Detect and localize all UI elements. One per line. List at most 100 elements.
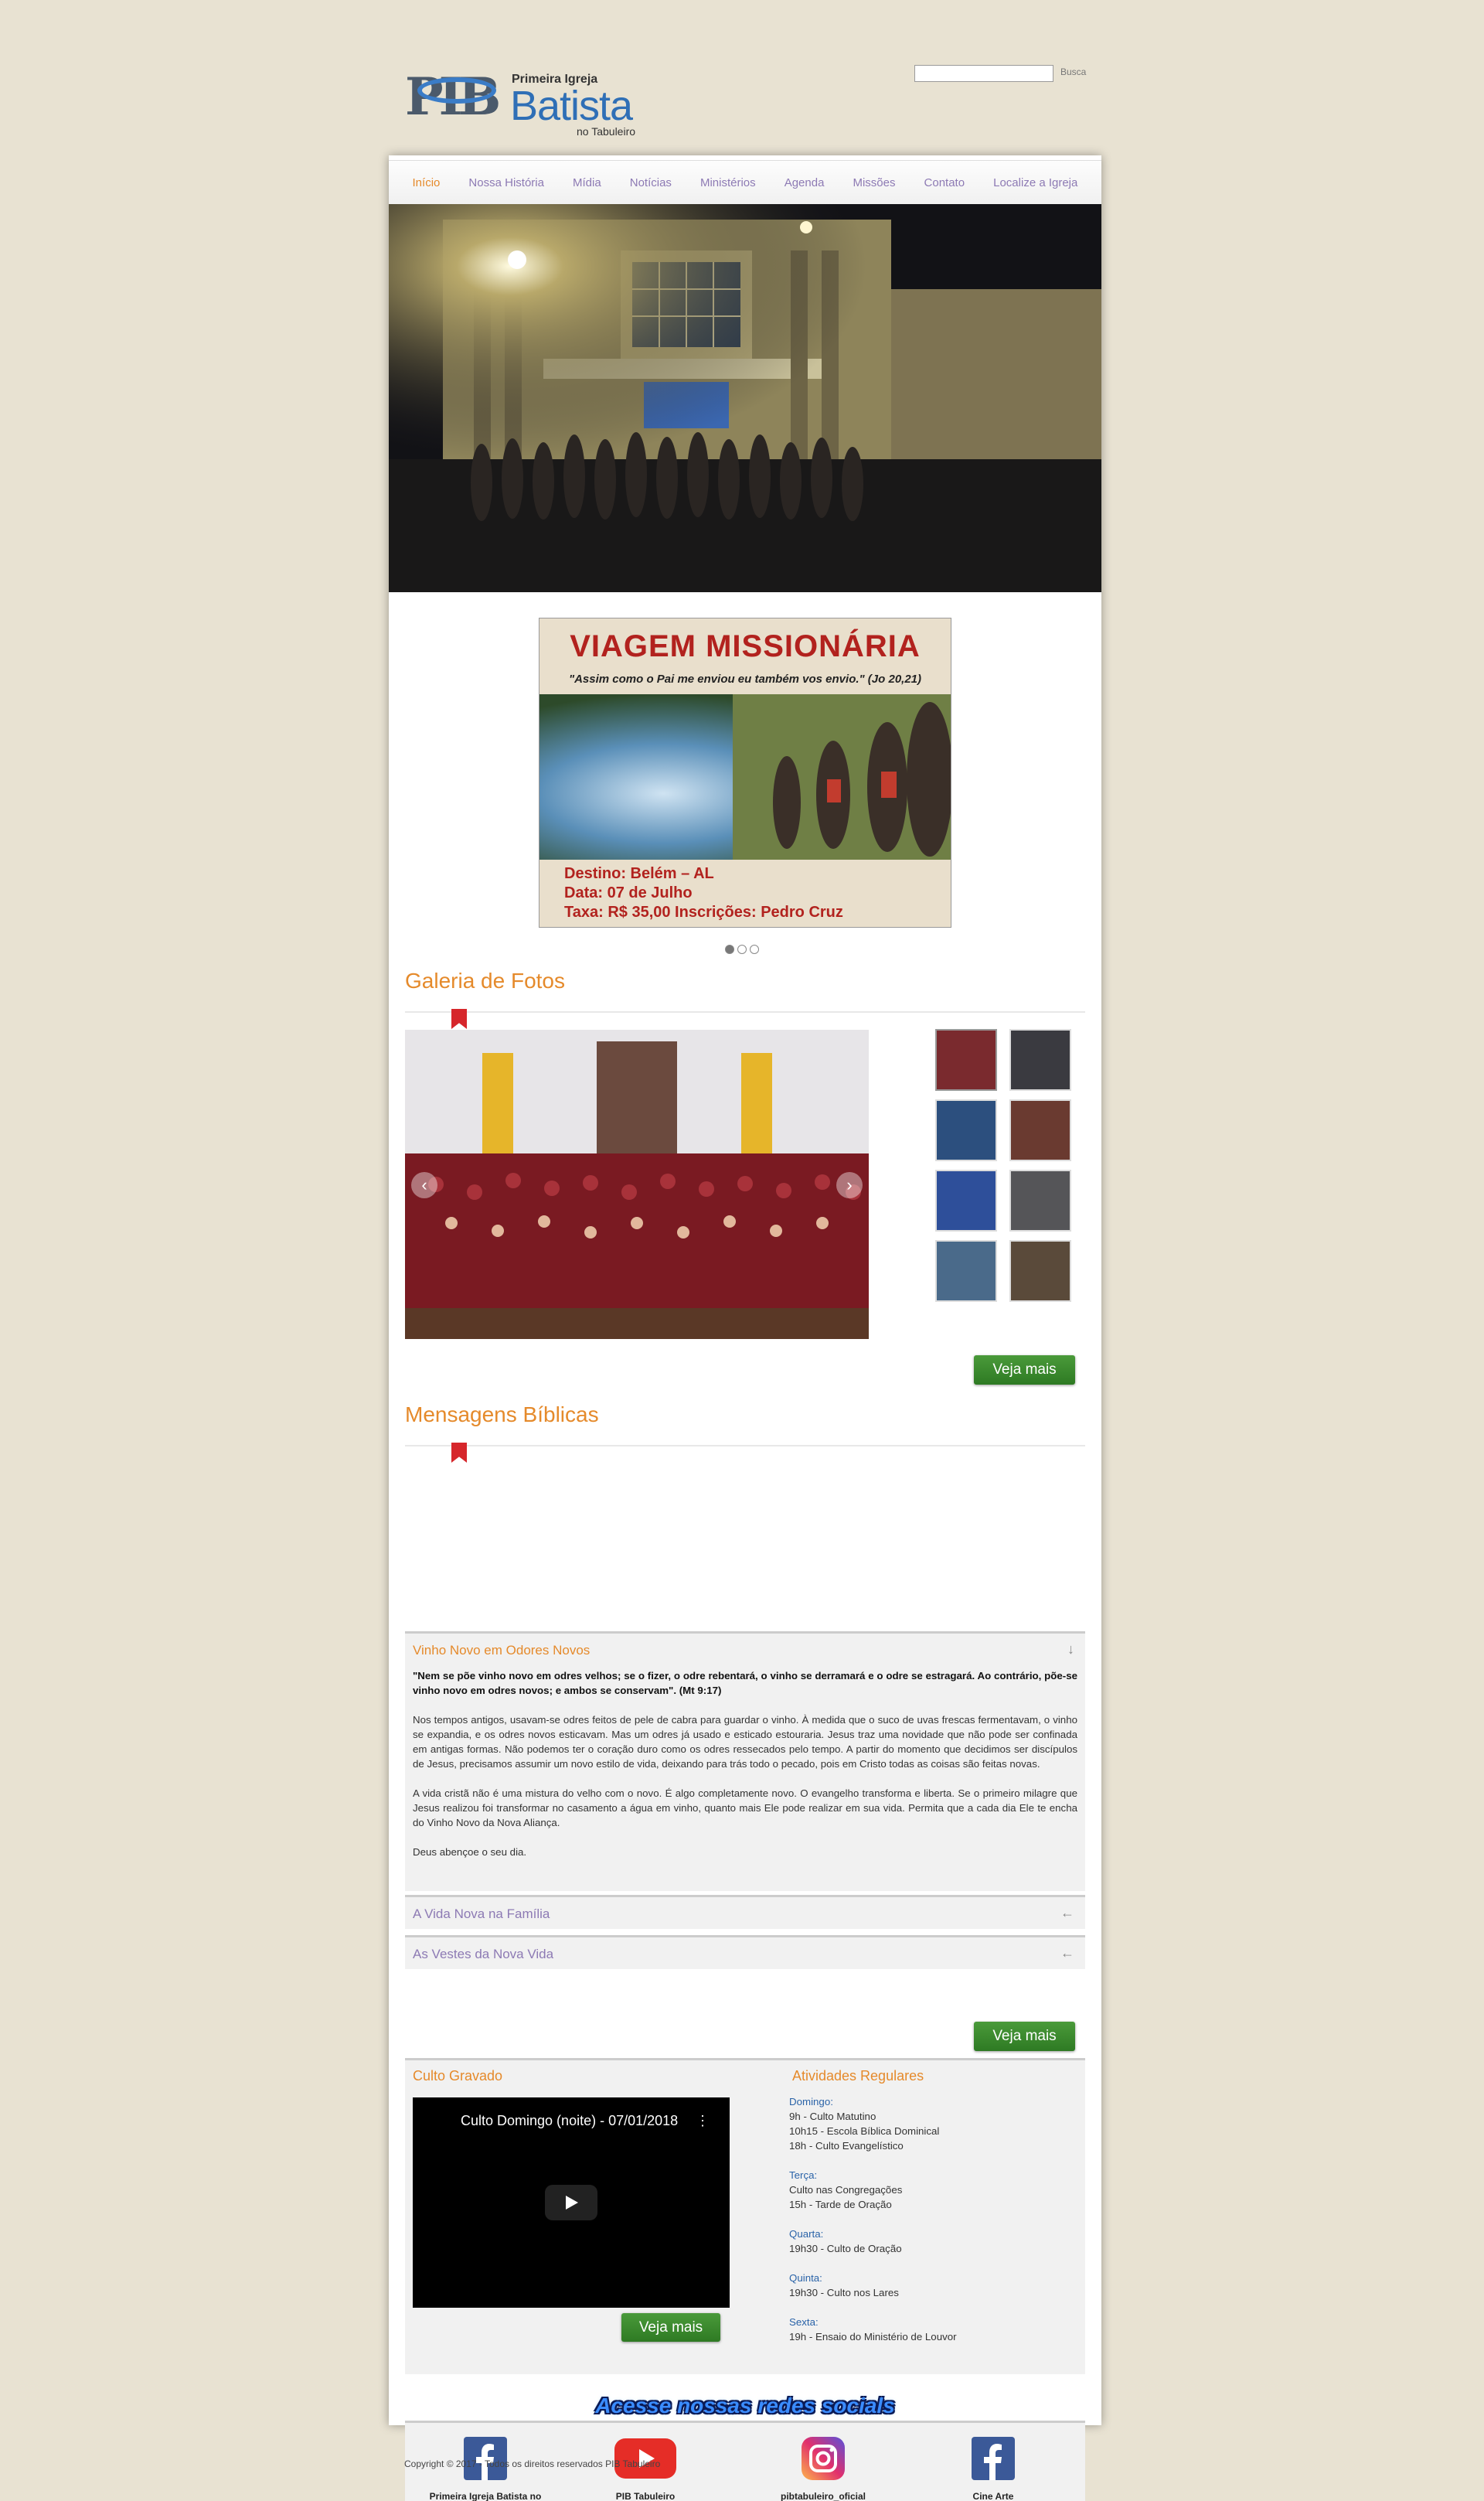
activity-day-block: Quinta: 19h30 - Culto nos Lares (789, 2271, 957, 2300)
activity-day: Sexta: (789, 2316, 819, 2328)
gallery-thumbnail[interactable] (935, 1170, 997, 1232)
nav-item-localize[interactable]: Localize a Igreja (993, 176, 1077, 189)
bookmark-icon (451, 1443, 467, 1463)
nav-item-inicio[interactable]: Início (413, 176, 441, 189)
activity-day-block: Domingo: 9h - Culto Matutino 10h15 - Esc… (789, 2094, 957, 2153)
more-vertical-icon[interactable]: ⋮ (696, 2113, 710, 2129)
nav-item-agenda[interactable]: Agenda (785, 176, 825, 189)
activity-day-block: Quarta: 19h30 - Culto de Oração (789, 2227, 957, 2256)
culto-title: Culto Gravado (413, 2068, 503, 2084)
activity-day-block: Terça: Culto nas Congregações 15h - Tard… (789, 2168, 957, 2212)
facebook-icon (972, 2437, 1015, 2480)
arrow-left-icon: ← (1060, 1945, 1074, 1961)
slider-dot[interactable] (750, 945, 759, 954)
nav-item-midia[interactable]: Mídia (573, 176, 601, 189)
promo-banner[interactable]: VIAGEM MISSIONÁRIA "Assim como o Pai me … (539, 618, 951, 928)
activity-item: 15h - Tarde de Oração (789, 2199, 892, 2210)
messages-title: Mensagens Bíblicas (405, 1402, 599, 1426)
culto-more-button[interactable]: Veja mais (621, 2313, 720, 2342)
activities-list: Domingo: 9h - Culto Matutino 10h15 - Esc… (789, 2094, 957, 2359)
gallery-thumbnail[interactable] (1009, 1170, 1071, 1232)
accordion-item-vida-nova[interactable]: A Vida Nova na Família ← (405, 1895, 1085, 1929)
main-nav: Início Nossa História Mídia Notícias Min… (389, 160, 1101, 205)
banner-date: Data: 07 de Julho (564, 884, 693, 901)
search-button[interactable]: Busca (1060, 66, 1086, 77)
nav-item-noticias[interactable]: Notícias (630, 176, 672, 189)
nav-item-ministerios[interactable]: Ministérios (700, 176, 756, 189)
banner-info: Destino: Belém – AL Data: 07 de Julho Ta… (564, 864, 843, 922)
instagram-icon (802, 2437, 845, 2480)
site-logo[interactable]: PIB Primeira Igreja Batista no Tabuleiro (405, 66, 643, 138)
gallery-more-button[interactable]: Veja mais (974, 1355, 1075, 1385)
gallery-thumbnail[interactable] (935, 1029, 997, 1091)
logo-line2: Batista (510, 83, 633, 129)
activity-day: Quinta: (789, 2272, 822, 2284)
accordion-label: As Vestes da Nova Vida (413, 1947, 554, 1961)
social-label: Cine Arte (972, 2491, 1014, 2501)
gallery-thumbnail[interactable] (935, 1240, 997, 1302)
activity-item: 18h - Culto Evangelístico (789, 2140, 904, 2152)
social-link-cine-arte[interactable]: Cine Arte (916, 2437, 1070, 2501)
video-player[interactable]: Culto Domingo (noite) - 07/01/2018 ⋮ (413, 2097, 730, 2308)
bottom-panel: Culto Gravado Culto Domingo (noite) - 07… (405, 2058, 1085, 2374)
video-title: Culto Domingo (noite) - 07/01/2018 (461, 2113, 679, 2128)
accordion-label: A Vida Nova na Família (413, 1906, 550, 1921)
accordion-item-vinho-novo[interactable]: Vinho Novo em Odores Novos ↓ (405, 1631, 1085, 1665)
activity-day: Domingo: (789, 2096, 833, 2107)
nav-item-nossa-historia[interactable]: Nossa História (468, 176, 544, 189)
gallery-thumbnails (935, 1029, 1079, 1302)
page-container: Início Nossa História Mídia Notícias Min… (389, 155, 1101, 2501)
play-button[interactable] (545, 2185, 597, 2220)
gallery-thumbnail[interactable] (1009, 1240, 1071, 1302)
gallery-thumbnail[interactable] (1009, 1029, 1071, 1091)
slider-dots (725, 945, 759, 954)
activity-item: 19h30 - Culto nos Lares (789, 2287, 899, 2298)
activity-item: 10h15 - Escola Bíblica Dominical (789, 2125, 940, 2137)
messages-more-button[interactable]: Veja mais (974, 2022, 1075, 2051)
nav-item-contato[interactable]: Contato (924, 176, 965, 189)
banner-title: VIAGEM MISSIONÁRIA (570, 629, 921, 663)
arrow-down-icon: ↓ (1067, 1641, 1074, 1657)
hero-image (389, 204, 1101, 592)
fish-icon (417, 77, 496, 104)
gallery-title: Galeria de Fotos (405, 969, 565, 993)
section-divider (405, 1445, 1085, 1446)
slider-dot[interactable] (737, 945, 747, 954)
gallery-thumbnail[interactable] (1009, 1099, 1071, 1161)
activity-item: 19h30 - Culto de Oração (789, 2243, 902, 2254)
nav-item-missoes[interactable]: Missões (853, 176, 895, 189)
social-label: PIB Tabuleiro (615, 2491, 676, 2501)
social-label: Primeira Igreja Batista no Tabuleiro - O… (429, 2491, 542, 2501)
activity-day-block: Sexta: 19h - Ensaio do Ministério de Lou… (789, 2315, 957, 2344)
activity-day: Terça: (789, 2169, 818, 2181)
bookmark-icon (451, 1009, 467, 1029)
gallery-prev-button[interactable]: ‹ (411, 1172, 437, 1198)
banner-fee: Taxa: R$ 35,00 Inscrições: Pedro Cruz (564, 904, 843, 921)
message-paragraph: Nos tempos antigos, usavam-se odres feit… (413, 1714, 1077, 1770)
accordion-label: Vinho Novo em Odores Novos (413, 1643, 591, 1658)
social-link-instagram[interactable]: pibtabuleiro_oficial (746, 2437, 900, 2501)
section-divider (405, 1011, 1085, 1013)
message-paragraph: A vida cristã não é uma mistura do velho… (413, 1787, 1077, 1828)
logo-line3: no Tabuleiro (577, 125, 636, 138)
banner-verse: "Assim como o Pai me enviou eu também vo… (568, 673, 922, 686)
social-title: Acesse nossas redes socials (595, 2394, 895, 2418)
gallery-next-button[interactable]: › (836, 1172, 863, 1198)
accordion-item-vestes[interactable]: As Vestes da Nova Vida ← (405, 1935, 1085, 1969)
message-lead: "Nem se põe vinho novo em odres velhos; … (413, 1670, 1077, 1696)
copyright-text: Copyright © 2017 - Todos os direitos res… (404, 2458, 661, 2469)
accordion-content: "Nem se põe vinho novo em odres velhos; … (405, 1665, 1085, 1891)
activity-item: 9h - Culto Matutino (789, 2111, 876, 2122)
gallery-main-photo[interactable]: ‹ › (405, 1030, 869, 1339)
gallery-thumbnail[interactable] (935, 1099, 997, 1161)
activities-title: Atividades Regulares (792, 2068, 924, 2084)
slider-dot[interactable] (725, 945, 734, 954)
banner-photo (539, 694, 951, 860)
message-paragraph: Deus abençoe o seu dia. (413, 1846, 527, 1858)
arrow-left-icon: ← (1060, 1905, 1074, 1920)
activity-item: 19h - Ensaio do Ministério de Louvor (789, 2331, 957, 2343)
social-label: pibtabuleiro_oficial (780, 2491, 866, 2501)
banner-destination: Destino: Belém – AL (564, 865, 714, 882)
activity-item: Culto nas Congregações (789, 2184, 903, 2196)
search-input[interactable] (914, 65, 1053, 82)
